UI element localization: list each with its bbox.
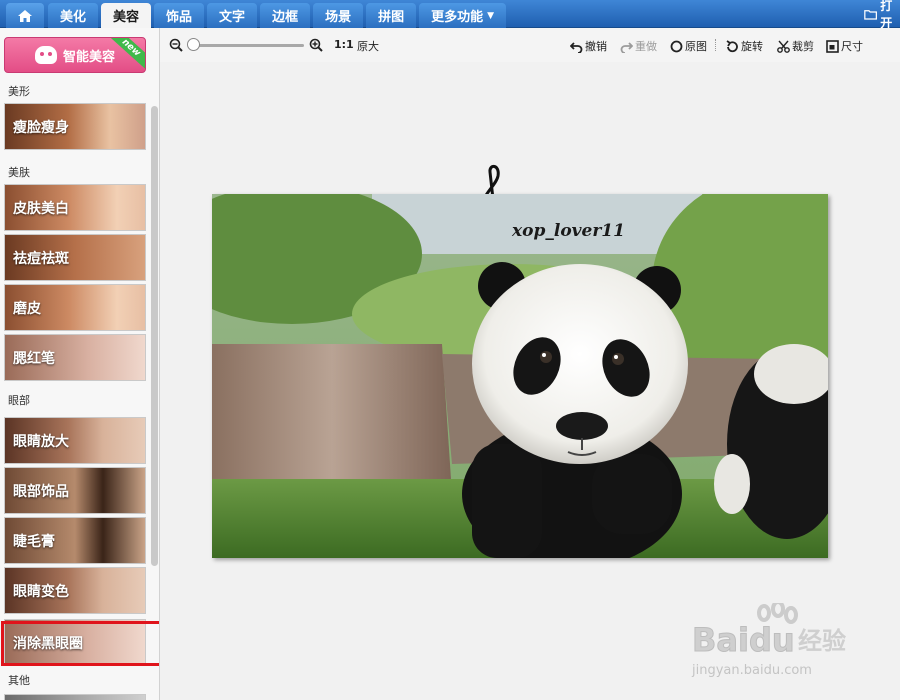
sidebar-item-acne-remove[interactable]: 祛痘祛斑	[4, 234, 146, 281]
undo-button[interactable]: 撤销	[570, 38, 607, 54]
face-icon	[34, 46, 57, 64]
section-title-skin: 美肤	[8, 166, 30, 179]
rotate-icon	[726, 39, 738, 52]
sidebar-item-blush-pen[interactable]: 腮红笔	[4, 334, 146, 381]
sidebar-item-slim-face[interactable]: 瘦脸瘦身	[4, 103, 146, 150]
sidebar-item-partial[interactable]	[4, 694, 146, 700]
main-tabs: 美化 美容 饰品 文字 边框 场景 拼图 更多功能 ▼	[48, 3, 507, 28]
tab-collage[interactable]: 拼图	[366, 3, 417, 28]
highlight-box	[1, 621, 159, 666]
original-size-button[interactable]: 原大	[357, 38, 379, 54]
sidebar-item-eye-color[interactable]: 眼睛变色	[4, 567, 146, 614]
original-image-button[interactable]: 原图	[670, 38, 707, 54]
tab-beautify[interactable]: 美化	[48, 3, 99, 28]
watermark-url: jingyan.baidu.com	[691, 663, 812, 678]
open-button[interactable]: 打开	[864, 0, 900, 30]
folder-icon	[864, 9, 877, 20]
circle-icon	[670, 40, 683, 52]
watermark-baidu-text: Baidu	[692, 621, 795, 659]
scissors-icon	[777, 40, 790, 53]
open-label: 打开	[880, 0, 893, 30]
sidebar-item-skin-whiten[interactable]: 皮肤美白	[4, 184, 146, 231]
sidebar-item-mascara[interactable]: 睫毛膏	[4, 517, 146, 564]
zoom-slider-thumb[interactable]	[187, 38, 200, 51]
tab-text[interactable]: 文字	[207, 3, 258, 28]
section-title-other: 其他	[8, 674, 30, 687]
resize-button[interactable]: 尺寸	[826, 38, 863, 54]
resize-icon	[826, 39, 839, 53]
tab-scene[interactable]: 场景	[313, 3, 364, 28]
zoom-out-icon[interactable]	[169, 38, 183, 52]
smart-beauty-button[interactable]: 智能美容 new	[4, 37, 146, 73]
baidu-jingyan-watermark: Baidu 经验 jingyan.baidu.com	[691, 603, 846, 678]
sidebar-item-eye-accessories[interactable]: 眼部饰品	[4, 467, 146, 514]
zoom-ratio-button[interactable]: 1:1	[334, 38, 354, 51]
tab-cosmetics[interactable]: 美容	[101, 3, 152, 28]
sidebar-item-eye-enlarge[interactable]: 眼睛放大	[4, 417, 146, 464]
rotate-button[interactable]: 旋转	[726, 38, 763, 54]
crop-button[interactable]: 裁剪	[777, 38, 814, 54]
tab-accessories[interactable]: 饰品	[154, 3, 205, 28]
undo-icon	[570, 41, 583, 53]
sidebar: 智能美容 new 美形 瘦脸瘦身 美肤 皮肤美白 祛痘祛斑 磨皮 腮红笔 眼部 …	[0, 28, 160, 700]
watermark-jingyan-text: 经验	[798, 627, 846, 655]
redo-button[interactable]: 重做	[620, 38, 657, 54]
section-title-shape: 美形	[8, 85, 30, 98]
tab-border[interactable]: 边框	[260, 3, 311, 28]
top-nav-bar: 美化 美容 饰品 文字 边框 场景 拼图 更多功能 ▼ 打开	[0, 0, 900, 30]
photo-watermark-text: xop_lover11	[511, 221, 625, 241]
zoom-slider-track[interactable]	[190, 44, 304, 47]
redo-icon	[620, 41, 633, 53]
canvas-toolbar: 1:1 原大 撤销 重做 原图 旋转 裁剪 尺寸	[160, 28, 900, 62]
toolbar-divider	[715, 39, 716, 51]
home-icon	[18, 9, 32, 22]
tab-more-features[interactable]: 更多功能 ▼	[419, 3, 507, 28]
sidebar-scrollbar[interactable]	[151, 106, 158, 566]
panda-photo[interactable]: xop_lover11	[212, 194, 828, 558]
section-title-eyes: 眼部	[8, 394, 30, 407]
chevron-down-icon: ▼	[487, 10, 495, 21]
home-button[interactable]	[6, 3, 44, 28]
sidebar-item-smooth-skin[interactable]: 磨皮	[4, 284, 146, 331]
zoom-in-icon[interactable]	[309, 38, 323, 52]
